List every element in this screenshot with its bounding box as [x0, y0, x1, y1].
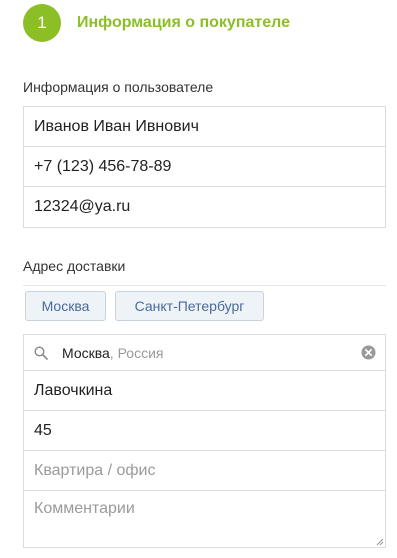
user-info-fields: Иванов Иван Ивнович +7 (123) 456-78-89 1… — [23, 106, 386, 228]
comment-textarea[interactable]: Комментарии — [24, 491, 385, 547]
step-header: 1 Информация о покупателе — [23, 4, 290, 42]
user-info-label: Информация о пользователе — [23, 79, 214, 95]
resize-handle-icon[interactable] — [376, 538, 384, 546]
search-icon — [34, 345, 48, 360]
house-field[interactable]: 45 — [24, 411, 385, 451]
email-field[interactable]: 12324@ya.ru — [24, 187, 385, 227]
city-search-input[interactable]: Москва, Россия — [24, 335, 385, 371]
search-city-value: Москва — [62, 344, 110, 361]
street-field[interactable]: Лавочкина — [24, 371, 385, 411]
delivery-address-label: Адрес доставки — [23, 258, 126, 274]
comment-placeholder: Комментарии — [34, 500, 135, 517]
step-number-badge: 1 — [23, 4, 61, 42]
step-title: Информация о покупателе — [77, 14, 290, 31]
section-divider — [23, 285, 386, 286]
address-fields: Москва, Россия Лавочкина 45 Квартира / о… — [23, 334, 386, 548]
city-button-moscow[interactable]: Москва — [25, 291, 106, 321]
phone-field[interactable]: +7 (123) 456-78-89 — [24, 147, 385, 187]
search-country-suffix: , Россия — [109, 344, 164, 361]
name-field[interactable]: Иванов Иван Ивнович — [24, 107, 385, 147]
clear-icon[interactable] — [361, 345, 376, 360]
apartment-field[interactable]: Квартира / офис — [24, 451, 385, 491]
city-button-spb[interactable]: Санкт-Петербург — [115, 291, 264, 321]
